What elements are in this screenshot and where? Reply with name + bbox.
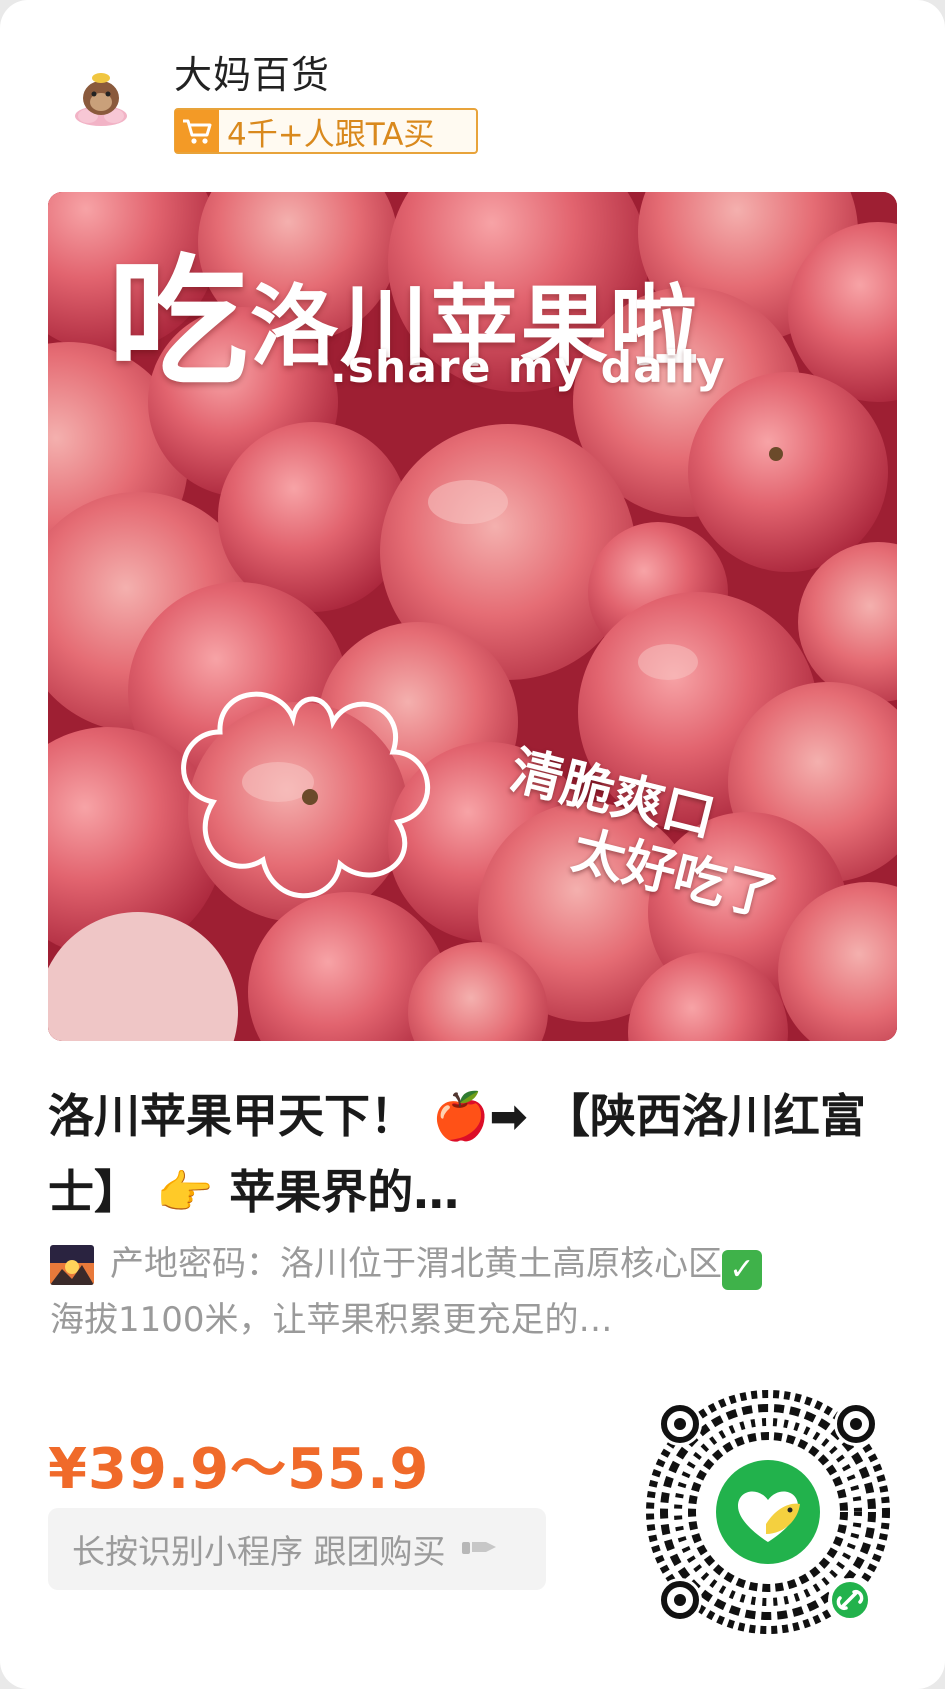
shop-avatar[interactable] bbox=[70, 66, 132, 130]
buyers-count-text: 4千+人跟TA买 bbox=[227, 116, 435, 153]
tap-hand-icon bbox=[461, 1536, 498, 1562]
share-card: 大妈百货 4千+人跟TA买 吃洛川苹果啦 .share my daily 清脆爽… bbox=[0, 0, 945, 1689]
buyers-badge: 4千+人跟TA买 bbox=[174, 108, 478, 154]
hero-subtitle: .share my daily bbox=[330, 342, 726, 393]
cta-label: 长按识别小程序 跟团购买 bbox=[72, 1532, 446, 1571]
product-title[interactable]: 洛川苹果甲天下！ 🍎➡ 【陕西洛川红富士】 👉 苹果界的… bbox=[48, 1078, 868, 1230]
mini-program-qr-code[interactable] bbox=[640, 1384, 896, 1640]
cart-icon bbox=[175, 110, 219, 152]
join-group-buy-button[interactable]: 长按识别小程序 跟团购买 bbox=[48, 1508, 546, 1590]
product-image[interactable]: 吃洛川苹果啦 .share my daily 清脆爽口 太好吃了 bbox=[48, 192, 897, 1041]
check-mark-icon: ✓ bbox=[722, 1250, 762, 1290]
price-range: ¥39.9～55.9 bbox=[48, 1437, 430, 1502]
shop-name[interactable]: 大妈百货 bbox=[174, 44, 330, 99]
product-description: 产地密码：洛川位于渭北黄土高原核心区 ✓ 海拔1100米，让苹果积累更充足的… bbox=[50, 1236, 880, 1348]
